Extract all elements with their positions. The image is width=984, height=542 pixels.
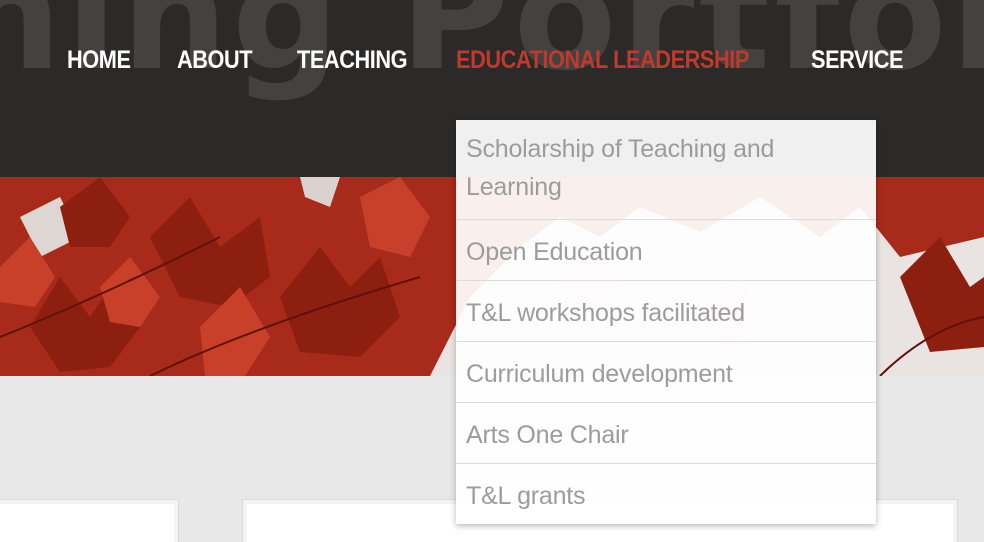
educational-leadership-dropdown: Scholarship of Teaching and Learning Ope… bbox=[456, 120, 876, 524]
page: ning Portfolio HOME ABOUT TEACHING EDUCA… bbox=[0, 0, 984, 542]
nav-teaching[interactable]: TEACHING bbox=[297, 40, 408, 80]
dropdown-item-curriculum[interactable]: Curriculum development bbox=[456, 341, 876, 402]
nav-about[interactable]: ABOUT bbox=[177, 40, 253, 80]
dropdown-item-open-education[interactable]: Open Education bbox=[456, 219, 876, 280]
dropdown-item-arts-one-chair[interactable]: Arts One Chair bbox=[456, 402, 876, 463]
nav-service[interactable]: SERVICE bbox=[811, 40, 903, 80]
nav-educational-leadership[interactable]: EDUCATIONAL LEADERSHIP bbox=[456, 40, 749, 80]
dropdown-item-grants[interactable]: T&L grants bbox=[456, 463, 876, 524]
dropdown-item-workshops[interactable]: T&L workshops facilitated bbox=[456, 280, 876, 341]
content-card-left bbox=[0, 500, 178, 542]
dropdown-item-sotl[interactable]: Scholarship of Teaching and Learning bbox=[456, 120, 796, 219]
main-nav: HOME ABOUT TEACHING EDUCATIONAL LEADERSH… bbox=[0, 40, 984, 80]
nav-home[interactable]: HOME bbox=[67, 40, 131, 80]
